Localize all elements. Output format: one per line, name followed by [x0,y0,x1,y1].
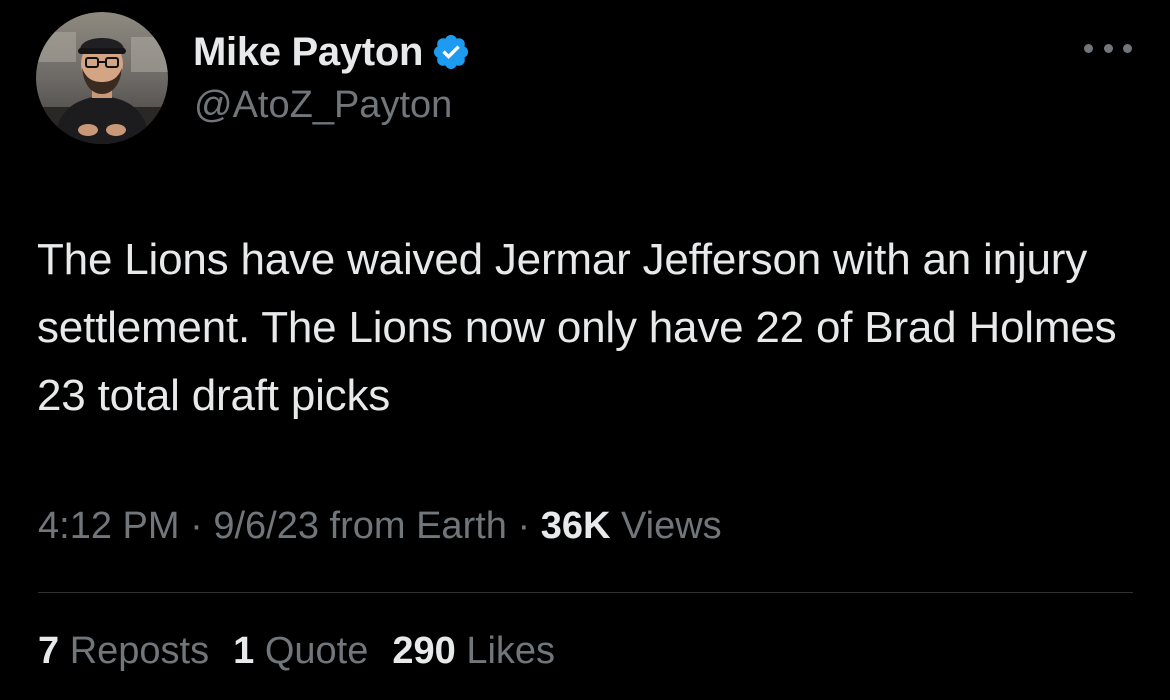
reposts-count: 7 [38,630,60,672]
engagement-stats: 7 Reposts 1 Quote 290 Likes [38,630,579,673]
more-options-icon[interactable] [1084,36,1132,60]
reposts-stat[interactable]: 7 Reposts [38,630,209,673]
verified-badge-icon[interactable] [431,32,471,72]
avatar[interactable] [36,12,168,144]
more-dot [1123,43,1132,53]
quotes-count: 1 [233,630,255,672]
tweet-text: The Lions have waived Jermar Jefferson w… [37,235,1117,420]
tweet-time[interactable]: 4:12 PM [38,505,180,547]
avatar-image [36,12,168,144]
author-display-name[interactable]: Mike Payton [193,30,423,75]
views-count[interactable]: 36K [541,505,611,547]
likes-label: Likes [466,630,556,672]
reposts-label: Reposts [69,630,210,672]
tweet-meta: 4:12 PM · 9/6/23 from Earth · 36K Views [38,505,722,548]
author-name-row: Mike Payton [193,28,471,76]
tweet-date[interactable]: 9/6/23 [213,505,319,547]
likes-count: 290 [392,630,456,672]
quotes-stat[interactable]: 1 Quote [233,630,368,673]
quotes-label: Quote [264,630,369,672]
likes-stat[interactable]: 290 Likes [392,630,555,673]
views-label[interactable]: Views [621,505,722,547]
author-handle[interactable]: @AtoZ_Payton [194,84,452,127]
more-dot [1084,43,1093,53]
meta-separator: · [517,505,531,547]
more-dot [1103,43,1113,53]
meta-separator: · [190,505,203,547]
tweet-source: from Earth [329,505,507,547]
divider [38,592,1133,593]
